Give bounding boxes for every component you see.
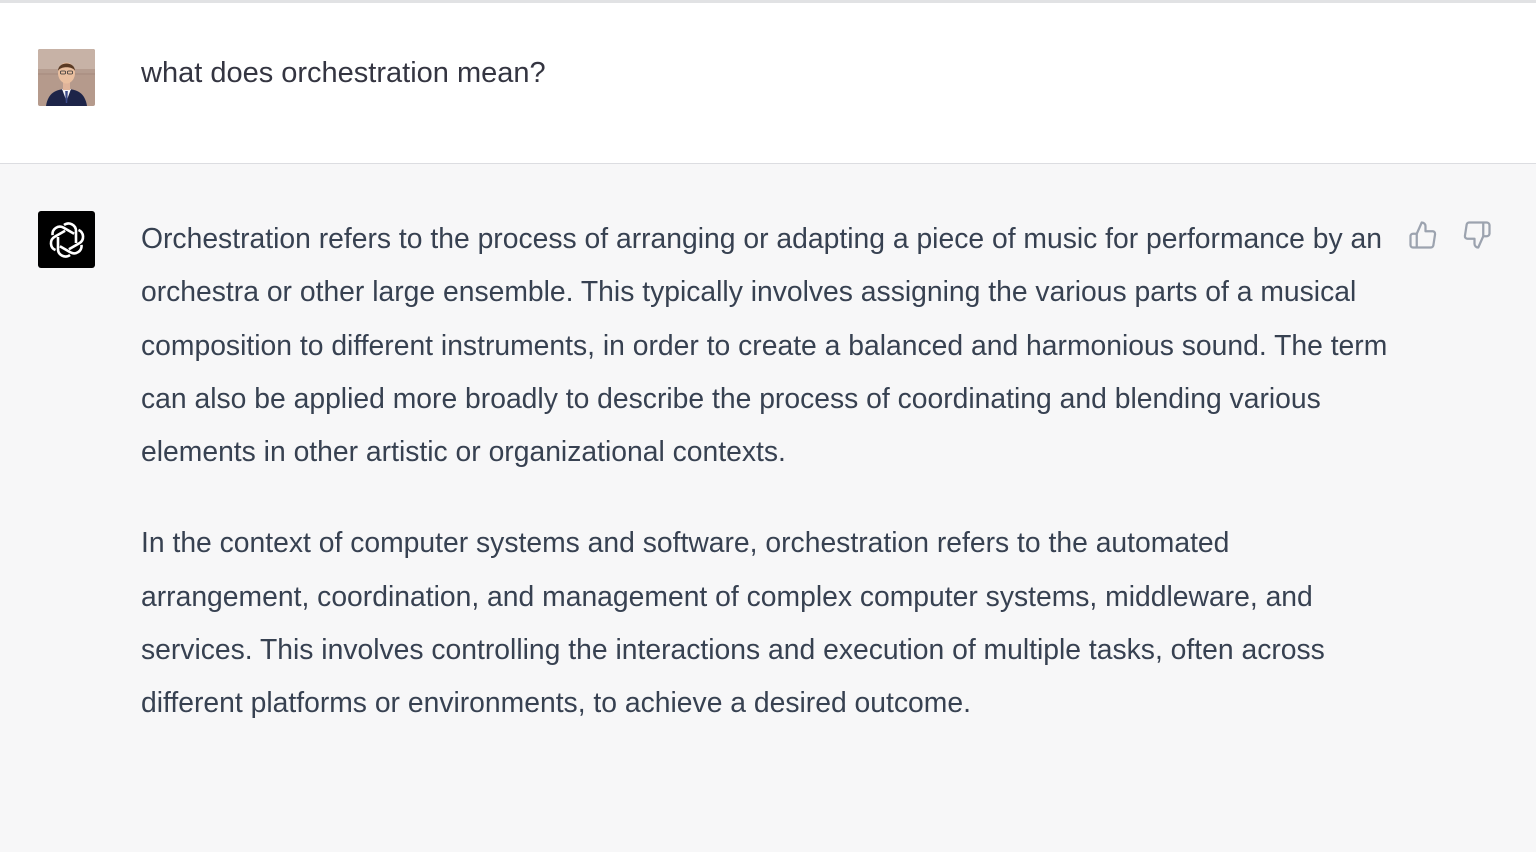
openai-logo-icon xyxy=(38,211,95,268)
assistant-response: Orchestration refers to the process of a… xyxy=(141,212,1391,730)
assistant-message-row: Orchestration refers to the process of a… xyxy=(0,164,1536,852)
chat-conversation: what does orchestration mean? Orchestrat… xyxy=(0,0,1536,852)
response-paragraph: Orchestration refers to the process of a… xyxy=(141,222,1388,468)
user-message-text: what does orchestration mean? xyxy=(141,57,546,89)
thumbs-down-icon xyxy=(1463,221,1491,249)
thumbs-down-button[interactable] xyxy=(1460,218,1494,252)
thumbs-up-icon xyxy=(1409,221,1437,249)
response-paragraph: In the context of computer systems and s… xyxy=(141,526,1325,719)
thumbs-up-button[interactable] xyxy=(1406,218,1440,252)
user-avatar xyxy=(38,49,95,106)
user-message-row: what does orchestration mean? xyxy=(0,3,1536,164)
